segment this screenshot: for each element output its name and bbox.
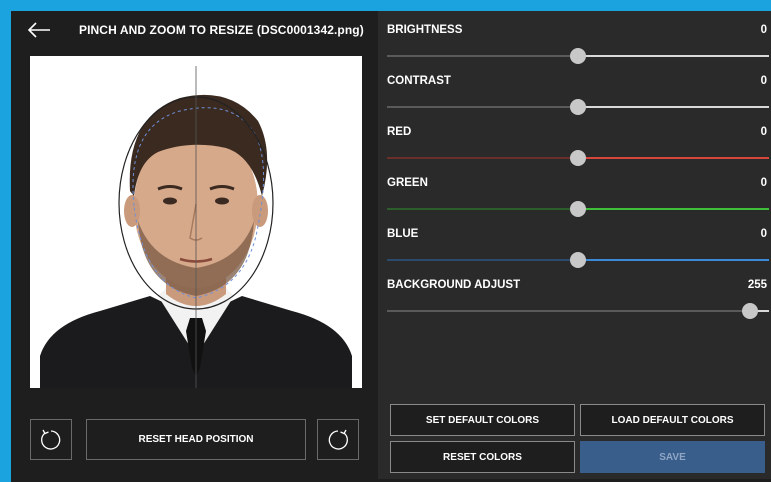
photo-panel: PINCH AND ZOOM TO RESIZE (DSC0001342.png…	[11, 11, 378, 479]
slider-label: RED	[387, 126, 412, 138]
slider-value: 255	[747, 279, 767, 291]
reset-head-position-button[interactable]: RESET HEAD POSITION	[86, 419, 306, 460]
slider-value: 0	[760, 228, 767, 240]
portrait-photo	[30, 56, 362, 388]
rotate-right-button[interactable]	[317, 419, 359, 460]
slider-brightness: BRIGHTNESS 0	[387, 24, 769, 74]
slider-label: BLUE	[387, 228, 419, 240]
slider-background-adjust: BACKGROUND ADJUST 255	[387, 279, 769, 329]
slider-thumb[interactable]	[742, 303, 758, 319]
slider-value: 0	[760, 24, 767, 36]
slider-thumb[interactable]	[570, 201, 586, 217]
slider-track-remaining[interactable]	[578, 259, 769, 261]
slider-track-remaining[interactable]	[578, 55, 769, 57]
slider-thumb[interactable]	[570, 48, 586, 64]
slider-track-filled[interactable]	[387, 157, 578, 159]
slider-thumb[interactable]	[570, 252, 586, 268]
slider-label: CONTRAST	[387, 75, 451, 87]
photo-button-row: RESET HEAD POSITION	[30, 419, 362, 462]
adjustments-panel: BRIGHTNESS 0 CONTRAST 0 RED 0 GREEN 0 BLUE 0 BACKG…	[378, 11, 771, 479]
slider-red: RED 0	[387, 126, 769, 176]
slider-track-remaining[interactable]	[578, 157, 769, 159]
slider-track-filled[interactable]	[387, 259, 578, 261]
slider-green: GREEN 0	[387, 177, 769, 227]
slider-label: BRIGHTNESS	[387, 24, 463, 36]
slider-track-filled[interactable]	[387, 55, 578, 57]
reset-colors-button[interactable]: RESET COLORS	[390, 441, 575, 473]
load-default-colors-button[interactable]: LOAD DEFAULT COLORS	[580, 404, 765, 436]
set-default-colors-button[interactable]: SET DEFAULT COLORS	[390, 404, 575, 436]
slider-contrast: CONTRAST 0	[387, 75, 769, 125]
slider-value: 0	[760, 126, 767, 138]
slider-label: BACKGROUND ADJUST	[387, 279, 521, 291]
slider-track-filled[interactable]	[387, 310, 750, 312]
rotate-left-button[interactable]	[30, 419, 72, 460]
photo-canvas[interactable]	[30, 56, 362, 388]
slider-value: 0	[760, 75, 767, 87]
save-button[interactable]: SAVE	[580, 441, 765, 473]
slider-track-filled[interactable]	[387, 106, 578, 108]
top-bar: PINCH AND ZOOM TO RESIZE (DSC0001342.png…	[11, 11, 378, 51]
slider-value: 0	[760, 177, 767, 189]
back-arrow-icon[interactable]	[27, 21, 51, 39]
rotate-ccw-icon	[41, 429, 61, 450]
app-window: PINCH AND ZOOM TO RESIZE (DSC0001342.png…	[11, 11, 771, 482]
page-title: PINCH AND ZOOM TO RESIZE (DSC0001342.png…	[79, 23, 364, 37]
slider-track-remaining[interactable]	[578, 106, 769, 108]
slider-track-remaining[interactable]	[578, 208, 769, 210]
rotate-cw-icon	[328, 429, 348, 450]
slider-thumb[interactable]	[570, 99, 586, 115]
slider-blue: BLUE 0	[387, 228, 769, 278]
slider-label: GREEN	[387, 177, 428, 189]
slider-thumb[interactable]	[570, 150, 586, 166]
slider-track-filled[interactable]	[387, 208, 578, 210]
